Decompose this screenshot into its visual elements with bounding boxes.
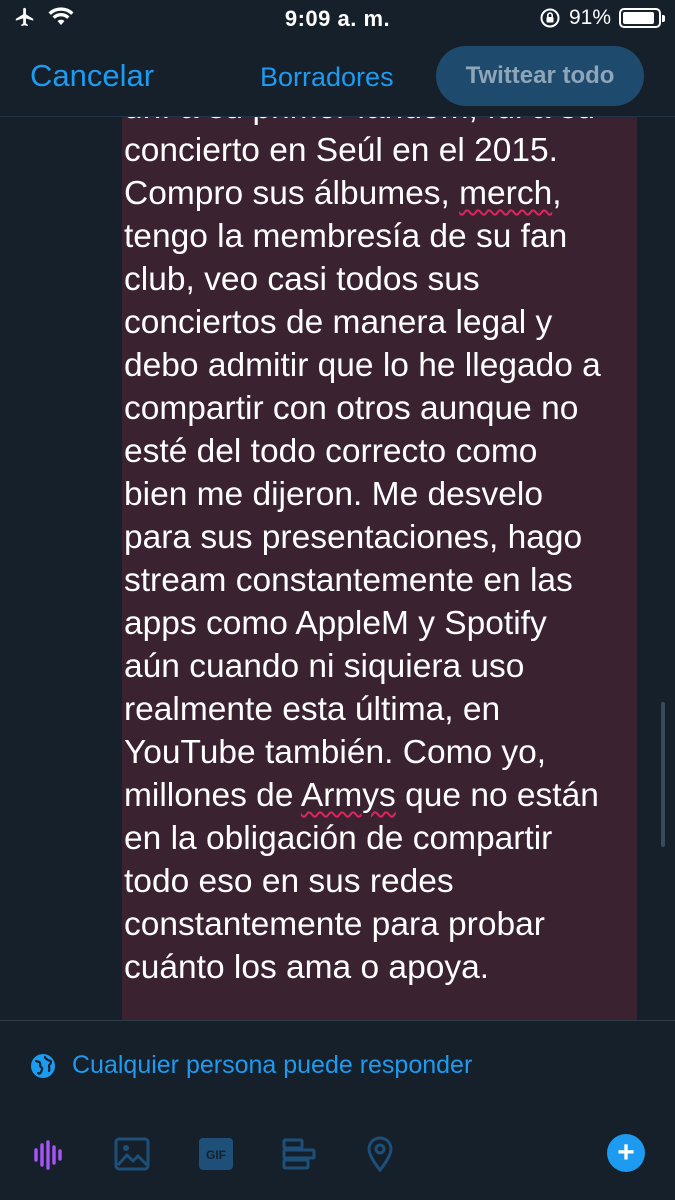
tweet-line: YouTube también. Como yo, [124, 734, 547, 771]
battery-percent: 91% [568, 6, 611, 29]
tweet-line: cuánto los ama o apoya. [124, 949, 490, 986]
tweet-line-part: , [552, 175, 562, 212]
tweet-line: realmente esta última, en [124, 691, 501, 728]
compose-area[interactable]: uní a su primer fandom, fui a su concier… [0, 116, 675, 1020]
globe-icon [31, 1054, 55, 1078]
tweet-line: conciertos de manera legal y [124, 304, 553, 341]
tweet-line-part: millones de [124, 777, 301, 814]
tweet-line: debo admitir que lo he llegado a [124, 347, 601, 384]
image-icon[interactable] [112, 1134, 152, 1174]
gif-icon[interactable]: GIF [196, 1134, 236, 1174]
tweet-text[interactable]: uní a su primer fandom, fui a su concier… [124, 116, 634, 989]
reply-setting[interactable]: Cualquier persona puede responder [0, 1020, 675, 1109]
status-bar: 9:09 a. m. 91% [0, 0, 675, 40]
voice-icon[interactable] [28, 1134, 68, 1174]
tweet-line-part: que no están [395, 777, 599, 814]
poll-icon[interactable] [280, 1134, 320, 1174]
misspelled-word[interactable]: merch [459, 175, 552, 212]
tweet-line: aún cuando ni siquiera uso [124, 648, 525, 685]
tweet-line: concierto en Seúl en el 2015. [124, 132, 558, 169]
tweet-line-part: Compro sus álbumes, [124, 175, 460, 212]
tweet-line: tengo la membresía de su fan [124, 218, 568, 255]
tweet-line: millones de Armys que no están [124, 774, 634, 817]
tweet-line: uní a su primer fandom, fui a su [124, 116, 634, 129]
drafts-button[interactable]: Borradores [260, 62, 394, 93]
compose-header: Cancelar Borradores Twittear todo [0, 40, 675, 117]
tweet-line: bien me dijeron. Me desvelo [124, 476, 543, 513]
tweet-line: esté del todo correcto como [124, 433, 538, 470]
location-icon[interactable] [360, 1134, 400, 1174]
tweet-line: para sus presentaciones, hago [124, 519, 583, 556]
tweet-all-button[interactable]: Twittear todo [436, 46, 644, 106]
tweet-line: compartir con otros aunque no [124, 390, 579, 427]
battery-icon [619, 8, 665, 28]
tweet-line: constantemente para probar [124, 906, 545, 943]
tweet-line: en la obligación de compartir [124, 820, 553, 857]
orientation-lock-icon [540, 8, 560, 28]
misspelled-word[interactable]: Armys [301, 777, 396, 814]
compose-toolbar: GIF [0, 1110, 675, 1200]
status-right: 91% [539, 6, 665, 30]
scrollbar[interactable] [661, 702, 665, 847]
tweet-line: stream constantemente en las [124, 562, 573, 599]
gif-label: GIF [206, 1148, 226, 1162]
tweet-line: Compro sus álbumes, merch, [124, 172, 634, 215]
add-icon[interactable]: + [607, 1134, 645, 1172]
tweet-line: club, veo casi todos sus [124, 261, 480, 298]
tweet-line: todo eso en sus redes [124, 863, 454, 900]
tweet-line: apps como AppleM y Spotify [124, 605, 547, 642]
cancel-button[interactable]: Cancelar [30, 58, 154, 94]
battery-level [623, 12, 654, 24]
reply-setting-label[interactable]: Cualquier persona puede responder [72, 1051, 472, 1080]
